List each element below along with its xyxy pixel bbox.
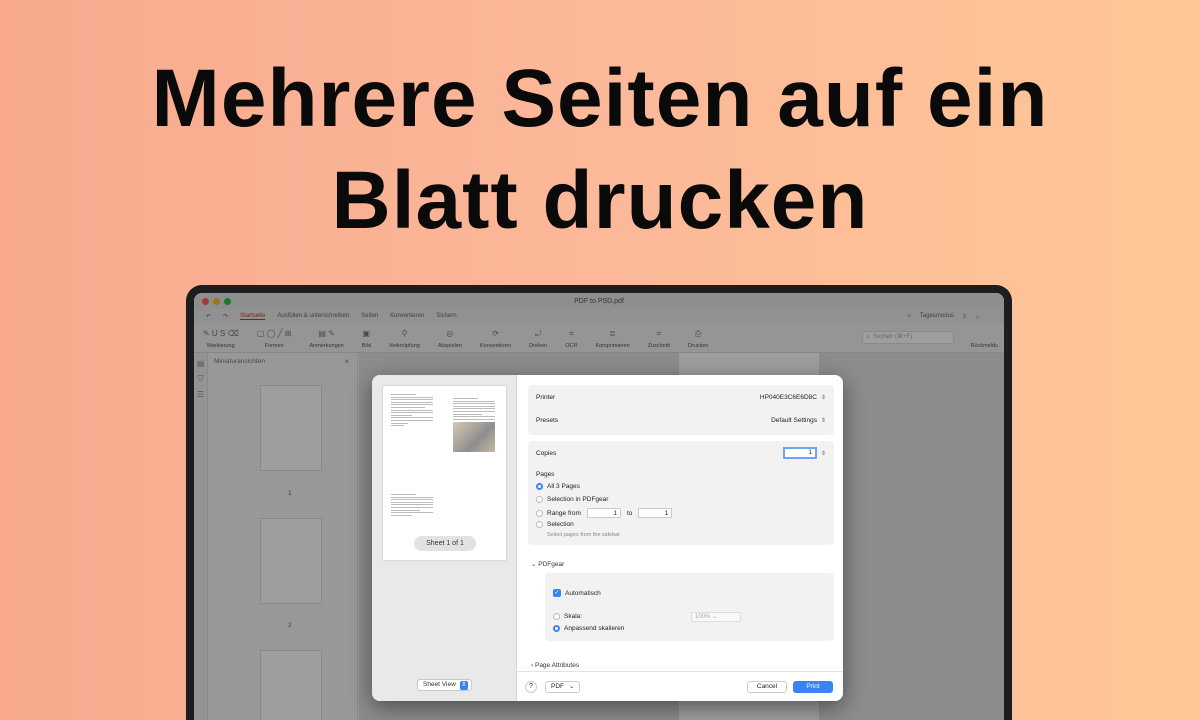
printer-value: HP040E3C6E6D8C (759, 394, 817, 401)
presets-label: Presets (536, 417, 559, 424)
radio-selected-icon (553, 625, 560, 632)
option-label: Range from (547, 509, 581, 517)
help-button[interactable]: ? (525, 681, 537, 693)
copies-pages-box: Copies 1 ⇕ Pages All 3 Pages Selection i… (528, 441, 834, 545)
print-dialog: Sheet 1 of 1 Sheet View ⇕ Printer HP040E… (372, 375, 843, 701)
fit-label: Anpassend skalieren (564, 625, 625, 632)
presets-select[interactable]: Default Settings ⇕ (771, 417, 826, 424)
presets-row: Presets Default Settings ⇕ (536, 417, 826, 424)
copies-control: 1 ⇕ (782, 447, 826, 459)
headline: Mehrere Seiten auf ein Blatt drucken (0, 48, 1200, 252)
auto-checkbox[interactable]: ✓ Automatisch (553, 589, 601, 597)
pages-all-option[interactable]: All 3 Pages (536, 483, 580, 490)
pages-selection-in-option[interactable]: Selection in PDFgear (536, 496, 608, 503)
pdf-menu-button[interactable]: PDF ⌄ (545, 681, 581, 693)
printer-select[interactable]: HP040E3C6E6D8C ⇕ (760, 394, 826, 401)
stepper-icon: ⇕ (459, 680, 468, 690)
preview-page-1 (391, 394, 433, 428)
sheet-view-select[interactable]: Sheet View ⇕ (417, 679, 472, 691)
dialog-footer: ? PDF ⌄ Cancel Print (517, 671, 843, 701)
radio-icon (553, 613, 560, 620)
radio-selected-icon (536, 483, 543, 490)
auto-label: Automatisch (565, 589, 601, 597)
copies-input[interactable]: 1 (782, 447, 817, 459)
scale-label: Skala: (564, 613, 583, 620)
sheet-view-label: Sheet View (423, 681, 456, 688)
range-start-input[interactable]: 1 (586, 508, 621, 518)
pages-selection-option[interactable]: Selection (536, 521, 574, 528)
headline-line-1: Mehrere Seiten auf ein (151, 53, 1049, 144)
pdf-label: PDF (551, 683, 564, 690)
printer-label: Printer (536, 394, 556, 401)
scale-value: 100% (695, 614, 711, 620)
option-label: All 3 Pages (547, 483, 580, 490)
print-preview-pane: Sheet 1 of 1 Sheet View ⇕ (372, 375, 517, 701)
updown-icon: ⇕ (820, 395, 826, 401)
option-label: Selection (547, 521, 574, 528)
preview-page-2 (453, 398, 495, 452)
radio-icon (536, 521, 543, 528)
pdfgear-section-toggle[interactable]: ⌄ PDFgear (531, 560, 564, 568)
printer-row: Printer HP040E3C6E6D8C ⇕ (536, 394, 826, 401)
range-to-label: to (626, 509, 633, 517)
sheet-preview (383, 386, 506, 560)
copies-label: Copies (536, 449, 557, 457)
pdfgear-options-box: ✓ Automatisch Skala: 100% ⌄ Anpassend ska… (545, 573, 834, 641)
headline-line-2: Blatt drucken (331, 155, 869, 246)
checkmark-icon: ✓ (553, 589, 561, 597)
option-label: Selection in PDFgear (547, 496, 609, 503)
print-button[interactable]: Print (793, 681, 833, 693)
laptop-frame: PDF to PSD.pdf ↶ ↷ Startseite Ausfüllen … (186, 285, 1012, 720)
updown-icon: ⇕ (820, 418, 826, 424)
presets-value: Default Settings (771, 417, 817, 424)
range-end-input[interactable]: 1 (638, 508, 673, 518)
scale-option[interactable]: Skala: (553, 613, 582, 620)
radio-icon (536, 509, 543, 517)
chevron-down-icon: ⌄ (569, 683, 575, 690)
page-attributes-toggle[interactable]: › Page Attributes (531, 662, 579, 669)
section-title: PDFgear (538, 561, 565, 568)
pages-range-option[interactable]: Range from 1 to 1 (536, 508, 673, 518)
fit-option[interactable]: Anpassend skalieren (553, 625, 624, 632)
sheet-counter: Sheet 1 of 1 (414, 536, 476, 551)
pages-label: Pages (536, 471, 555, 478)
app-window: PDF to PSD.pdf ↶ ↷ Startseite Ausfüllen … (194, 293, 1004, 720)
preview-photo (453, 421, 495, 452)
print-settings: Printer HP040E3C6E6D8C ⇕ Presets Default … (517, 375, 843, 701)
printer-presets-box: Printer HP040E3C6E6D8C ⇕ Presets Default … (528, 385, 834, 435)
radio-icon (536, 496, 543, 503)
selection-hint: Select pages from the sidebar (547, 532, 621, 538)
cancel-button[interactable]: Cancel (747, 681, 787, 693)
scale-select[interactable]: 100% ⌄ (691, 612, 741, 622)
preview-page-3 (391, 494, 433, 517)
section-title: Page Attributes (534, 662, 580, 669)
copies-row: Copies 1 ⇕ (536, 447, 826, 459)
chevron-down-icon: ⌄ (712, 614, 718, 620)
copies-stepper[interactable]: ⇕ (821, 450, 826, 457)
